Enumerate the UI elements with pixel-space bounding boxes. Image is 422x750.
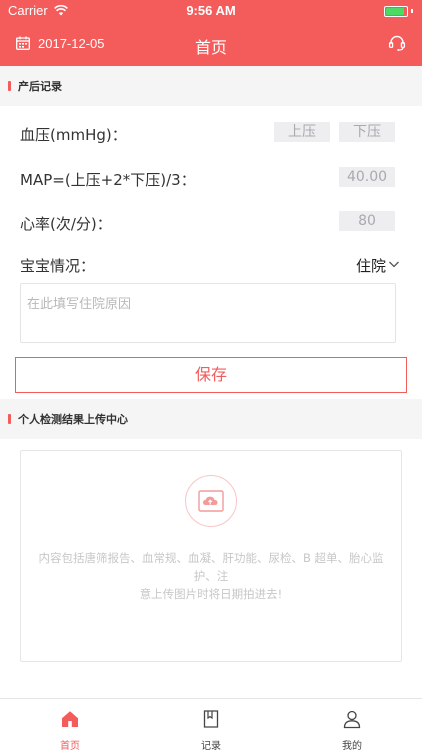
status-time: 9:56 AM (186, 3, 236, 18)
upload-instructions: 内容包括唐筛报告、血常规、血凝、肝功能、尿检、B 超单、胎心监护、注 意上传图片… (27, 549, 395, 603)
page-title: 首页 (194, 38, 227, 57)
heart-rate-input[interactable]: 80 (339, 211, 395, 231)
header: Carrier 9:56 AM 2017-12-05 首页 (0, 0, 422, 66)
nav-bar: 2017-12-05 首页 (0, 22, 422, 66)
reason-placeholder: 在此填写住院原因 (27, 297, 132, 312)
upload-instructions-line1: 内容包括唐筛报告、血常规、血凝、肝功能、尿检、B 超单、胎心监护、注 (38, 551, 384, 583)
home-icon (62, 711, 78, 727)
systolic-input[interactable]: 上压 (274, 122, 330, 142)
save-button[interactable]: 保存 (15, 357, 407, 393)
postpartum-section-title: 产后记录 (18, 80, 62, 93)
upload-area[interactable]: 内容包括唐筛报告、血常规、血凝、肝功能、尿检、B 超单、胎心监护、注 意上传图片… (20, 450, 402, 662)
upload-section-title: 个人检测结果上传中心 (18, 413, 128, 426)
tab-records[interactable]: 记录 (141, 699, 281, 750)
tab-home[interactable]: 首页 (0, 699, 140, 750)
tab-home-label: 首页 (60, 741, 80, 750)
battery-icon (384, 6, 408, 17)
app-screen: Carrier 9:56 AM 2017-12-05 首页 产后记录 血压(mm… (0, 0, 422, 750)
postpartum-section-header: 产后记录 (0, 66, 422, 106)
tab-profile[interactable]: 我的 (282, 699, 422, 750)
status-bar: Carrier 9:56 AM (0, 0, 422, 22)
chevron-down-icon[interactable] (388, 258, 400, 270)
tab-profile-label: 我的 (342, 741, 362, 750)
heart-rate-label: 心率(次/分)： (20, 215, 112, 233)
tab-bar: 首页 记录 我的 (0, 698, 422, 750)
tab-records-label: 记录 (201, 741, 221, 750)
section-accent-bar (8, 414, 11, 424)
baby-status-label: 宝宝情况： (20, 257, 96, 275)
upload-instructions-line2: 意上传图片时将日期拍进去! (139, 587, 283, 601)
baby-status-select[interactable]: 住院 (356, 255, 386, 276)
upload-section-header: 个人检测结果上传中心 (0, 399, 422, 439)
book-icon (203, 710, 219, 728)
section-accent-bar (8, 81, 11, 91)
blood-pressure-label: 血压(mmHg)： (20, 126, 127, 144)
person-icon (343, 710, 361, 729)
battery-fill (386, 8, 404, 15)
hospital-reason-textarea[interactable]: 在此填写住院原因 (20, 283, 396, 343)
image-upload-icon (198, 490, 224, 512)
diastolic-input[interactable]: 下压 (339, 122, 395, 142)
map-value-field: 40.00 (339, 167, 395, 187)
map-label: MAP=(上压+2*下压)/3： (20, 171, 196, 189)
headset-icon[interactable] (388, 34, 406, 52)
battery-nub (411, 9, 413, 13)
upload-button[interactable] (185, 475, 237, 527)
